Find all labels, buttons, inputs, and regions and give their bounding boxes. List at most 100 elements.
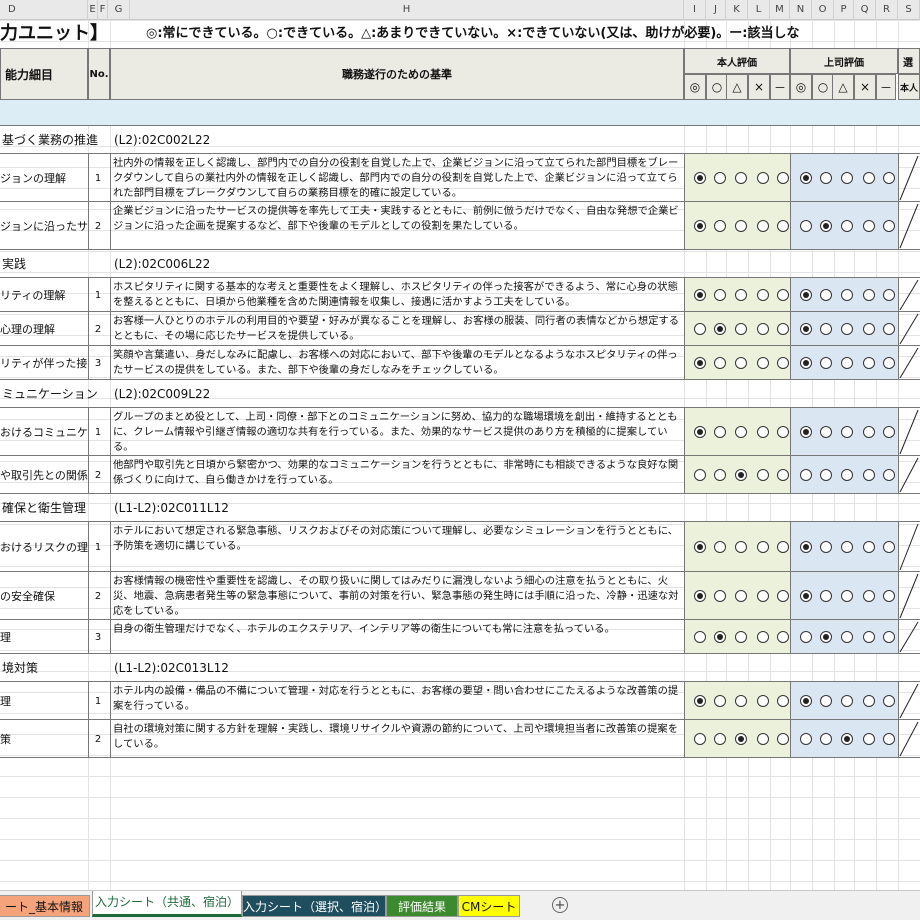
column-letter-k[interactable]: K — [726, 0, 748, 20]
boss-rating-radio[interactable] — [883, 469, 895, 481]
self-rating-radio[interactable] — [757, 289, 769, 301]
boss-rating-radio[interactable] — [800, 289, 812, 301]
boss-rating-radio[interactable] — [800, 733, 812, 745]
self-rating-radio[interactable] — [694, 541, 706, 553]
boss-rating-radio[interactable] — [883, 289, 895, 301]
self-rating-radio[interactable] — [714, 631, 726, 643]
boss-rating-radio[interactable] — [820, 426, 832, 438]
self-rating-radio[interactable] — [735, 289, 747, 301]
boss-rating-radio[interactable] — [800, 323, 812, 335]
self-rating-radio[interactable] — [714, 357, 726, 369]
column-letter-l[interactable]: L — [748, 0, 770, 20]
self-rating-radio[interactable] — [714, 172, 726, 184]
self-rating-radio[interactable] — [777, 220, 789, 232]
column-letter-s[interactable]: S — [898, 0, 920, 20]
boss-rating-radio[interactable] — [883, 733, 895, 745]
column-letter-i[interactable]: I — [684, 0, 706, 20]
boss-rating-radio[interactable] — [841, 220, 853, 232]
boss-rating-radio[interactable] — [800, 172, 812, 184]
boss-rating-radio[interactable] — [841, 323, 853, 335]
boss-rating-radio[interactable] — [863, 541, 875, 553]
boss-rating-radio[interactable] — [863, 289, 875, 301]
self-rating-radio[interactable] — [757, 733, 769, 745]
column-letter-d[interactable]: D — [0, 0, 88, 20]
self-rating-radio[interactable] — [714, 469, 726, 481]
boss-rating-radio[interactable] — [863, 631, 875, 643]
boss-rating-radio[interactable] — [820, 590, 832, 602]
boss-rating-radio[interactable] — [841, 695, 853, 707]
boss-rating-radio[interactable] — [841, 172, 853, 184]
self-rating-radio[interactable] — [757, 541, 769, 553]
boss-rating-radio[interactable] — [820, 357, 832, 369]
self-rating-radio[interactable] — [777, 357, 789, 369]
self-rating-radio[interactable] — [735, 426, 747, 438]
column-letter-f[interactable]: F — [98, 0, 108, 20]
boss-rating-radio[interactable] — [863, 220, 875, 232]
self-rating-radio[interactable] — [694, 172, 706, 184]
sheet-tab[interactable]: ート_基本情報 — [0, 895, 90, 917]
column-letter-e[interactable]: E — [88, 0, 98, 20]
self-rating-radio[interactable] — [694, 590, 706, 602]
boss-rating-radio[interactable] — [820, 220, 832, 232]
boss-rating-radio[interactable] — [863, 426, 875, 438]
self-rating-radio[interactable] — [777, 695, 789, 707]
self-rating-radio[interactable] — [714, 220, 726, 232]
self-rating-radio[interactable] — [735, 323, 747, 335]
column-letter-h[interactable]: H — [130, 0, 684, 20]
self-rating-radio[interactable] — [735, 590, 747, 602]
self-rating-radio[interactable] — [735, 695, 747, 707]
self-rating-radio[interactable] — [777, 323, 789, 335]
boss-rating-radio[interactable] — [800, 631, 812, 643]
boss-rating-radio[interactable] — [841, 590, 853, 602]
boss-rating-radio[interactable] — [883, 695, 895, 707]
column-letter-m[interactable]: M — [770, 0, 790, 20]
self-rating-radio[interactable] — [757, 590, 769, 602]
boss-rating-radio[interactable] — [800, 469, 812, 481]
boss-rating-radio[interactable] — [820, 172, 832, 184]
column-letter-g[interactable]: G — [108, 0, 130, 20]
boss-rating-radio[interactable] — [800, 220, 812, 232]
self-rating-radio[interactable] — [777, 631, 789, 643]
boss-rating-radio[interactable] — [863, 590, 875, 602]
self-rating-radio[interactable] — [714, 541, 726, 553]
boss-rating-radio[interactable] — [863, 695, 875, 707]
column-letter-o[interactable]: O — [812, 0, 834, 20]
self-rating-radio[interactable] — [777, 426, 789, 438]
self-rating-radio[interactable] — [694, 289, 706, 301]
boss-rating-radio[interactable] — [883, 220, 895, 232]
boss-rating-radio[interactable] — [863, 172, 875, 184]
self-rating-radio[interactable] — [694, 357, 706, 369]
self-rating-radio[interactable] — [735, 733, 747, 745]
self-rating-radio[interactable] — [694, 733, 706, 745]
boss-rating-radio[interactable] — [863, 357, 875, 369]
self-rating-radio[interactable] — [714, 695, 726, 707]
self-rating-radio[interactable] — [777, 469, 789, 481]
self-rating-radio[interactable] — [735, 357, 747, 369]
self-rating-radio[interactable] — [777, 590, 789, 602]
boss-rating-radio[interactable] — [841, 541, 853, 553]
self-rating-radio[interactable] — [757, 220, 769, 232]
sheet-tab[interactable]: 入力シート（選択、宿泊） — [242, 895, 387, 917]
column-letter-j[interactable]: J — [706, 0, 726, 20]
self-rating-radio[interactable] — [735, 220, 747, 232]
boss-rating-radio[interactable] — [800, 357, 812, 369]
boss-rating-radio[interactable] — [841, 357, 853, 369]
self-rating-radio[interactable] — [735, 172, 747, 184]
self-rating-radio[interactable] — [735, 631, 747, 643]
plus-circle-icon[interactable]: + — [552, 897, 568, 913]
boss-rating-radio[interactable] — [883, 541, 895, 553]
self-rating-radio[interactable] — [694, 631, 706, 643]
boss-rating-radio[interactable] — [863, 469, 875, 481]
boss-rating-radio[interactable] — [863, 323, 875, 335]
boss-rating-radio[interactable] — [820, 289, 832, 301]
boss-rating-radio[interactable] — [820, 695, 832, 707]
self-rating-radio[interactable] — [694, 695, 706, 707]
self-rating-radio[interactable] — [694, 220, 706, 232]
boss-rating-radio[interactable] — [800, 590, 812, 602]
column-letter-p[interactable]: P — [834, 0, 854, 20]
self-rating-radio[interactable] — [694, 323, 706, 335]
boss-rating-radio[interactable] — [820, 631, 832, 643]
boss-rating-radio[interactable] — [841, 469, 853, 481]
boss-rating-radio[interactable] — [800, 426, 812, 438]
self-rating-radio[interactable] — [714, 323, 726, 335]
